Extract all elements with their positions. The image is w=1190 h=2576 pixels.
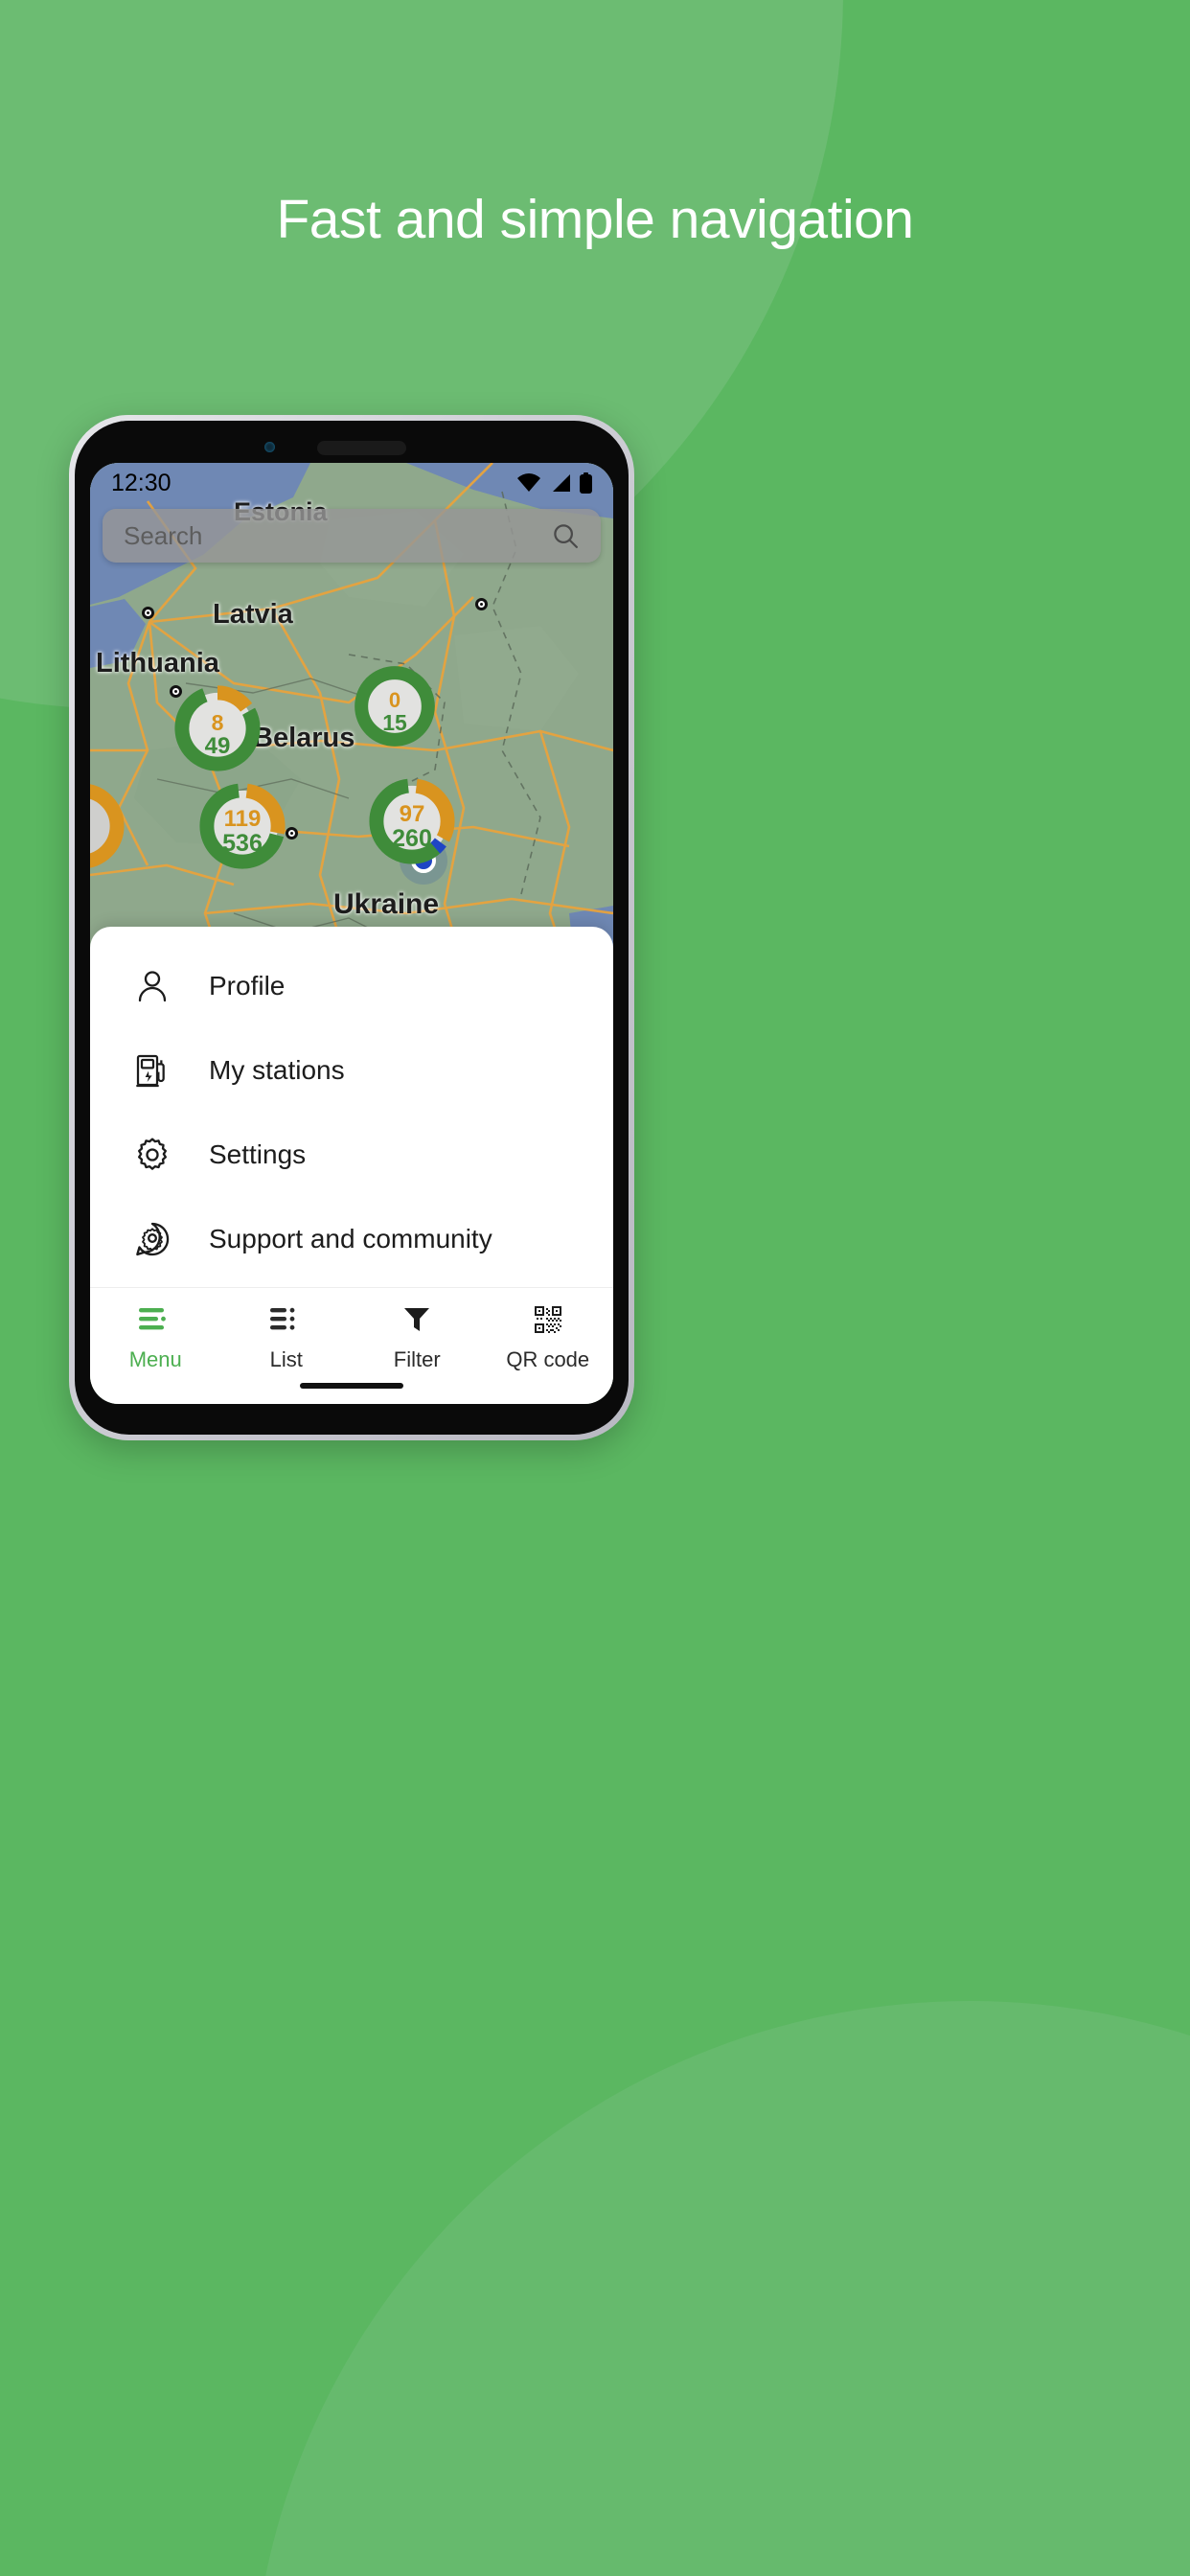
cluster-marker-west-edge[interactable]: 3 5 — [90, 779, 128, 873]
nav-item-label: Menu — [128, 1347, 182, 1371]
status-bar: 12:30 — [90, 463, 613, 503]
cluster-total-count: 5 — [90, 832, 128, 856]
list-icon — [269, 1303, 303, 1336]
cluster-total-count: 15 — [382, 710, 407, 735]
cluster-total-count: 536 — [222, 830, 263, 857]
phone-body: Estonia Latvia Lithuania Belarus Ukraine… — [75, 421, 629, 1435]
search-bar[interactable]: Search — [103, 509, 601, 563]
menu-sheet: Profile My stations Settings Support and… — [90, 927, 613, 1287]
menu-item-my-stations[interactable]: My stations — [90, 1028, 613, 1113]
menu-item-profile[interactable]: Profile — [90, 944, 613, 1028]
cluster-marker-belarus[interactable]: 8 49 — [171, 681, 264, 775]
nav-item-list[interactable]: List — [221, 1303, 353, 1372]
map-label-ukraine: Ukraine — [333, 888, 440, 920]
nav-item-label: Filter — [393, 1347, 441, 1371]
search-input[interactable]: Search — [124, 521, 551, 551]
bottom-navigation-bar: Menu List Filter QR code — [90, 1287, 613, 1404]
cluster-marker-ukraine-center[interactable]: 119 536 — [195, 779, 289, 873]
search-icon[interactable] — [551, 521, 580, 550]
earpiece-speaker — [317, 441, 406, 455]
phone-screen: Estonia Latvia Lithuania Belarus Ukraine… — [90, 463, 613, 1404]
nav-item-menu[interactable]: Menu — [90, 1303, 221, 1372]
map-city-dot — [475, 598, 488, 610]
map-city-dot — [142, 607, 154, 619]
nav-item-qr-code[interactable]: QR code — [483, 1303, 614, 1372]
wifi-icon — [517, 473, 540, 492]
status-time: 12:30 — [111, 469, 172, 496]
menu-item-label: Settings — [209, 1139, 307, 1169]
cluster-marker-north[interactable]: 0 15 — [351, 662, 439, 750]
map-label-latvia: Latvia — [213, 599, 293, 630]
home-indicator — [300, 1383, 403, 1389]
cluster-total-count: 49 — [204, 733, 231, 759]
promo-banner: Fast and simple navigation Latvia Lithua… — [0, 0, 1190, 2576]
cluster-available-count: 8 — [211, 710, 224, 735]
cluster-marker-ukraine-east[interactable]: 97 260 — [365, 774, 459, 868]
map-label-belarus: Belarus — [253, 723, 355, 753]
map-label-lithuania: Lithuania — [96, 648, 219, 678]
background-blob-bottom — [251, 2001, 1190, 2576]
charging-station-icon — [130, 1048, 174, 1092]
qr-code-icon — [534, 1303, 561, 1336]
phone-mockup: Estonia Latvia Lithuania Belarus Ukraine… — [69, 415, 1121, 1440]
battery-icon — [580, 472, 592, 494]
cluster-total-count: 260 — [392, 825, 432, 852]
nav-item-label: QR code — [506, 1347, 590, 1371]
menu-item-settings[interactable]: Settings — [90, 1113, 613, 1197]
cellular-signal-icon — [553, 474, 570, 492]
menu-item-label: Support and community — [209, 1224, 492, 1254]
menu-item-support-and-community[interactable]: Support and community — [90, 1197, 613, 1281]
person-icon — [130, 964, 174, 1008]
front-camera-icon — [264, 442, 275, 452]
gear-icon — [130, 1133, 174, 1177]
support-chat-icon — [130, 1217, 174, 1261]
filter-funnel-icon — [402, 1303, 431, 1336]
nav-item-label: List — [269, 1347, 303, 1371]
cluster-available-count: 119 — [223, 806, 262, 832]
menu-item-label: Profile — [209, 971, 286, 1000]
cluster-available-count: 0 — [388, 688, 401, 712]
nav-item-filter[interactable]: Filter — [352, 1303, 483, 1372]
menu-lines-icon — [139, 1303, 172, 1336]
menu-item-label: My stations — [209, 1055, 345, 1085]
cluster-available-count: 97 — [399, 801, 425, 827]
status-icons — [516, 472, 592, 494]
cluster-available-count: 3 — [90, 808, 128, 831]
promo-title: Fast and simple navigation — [276, 189, 914, 250]
